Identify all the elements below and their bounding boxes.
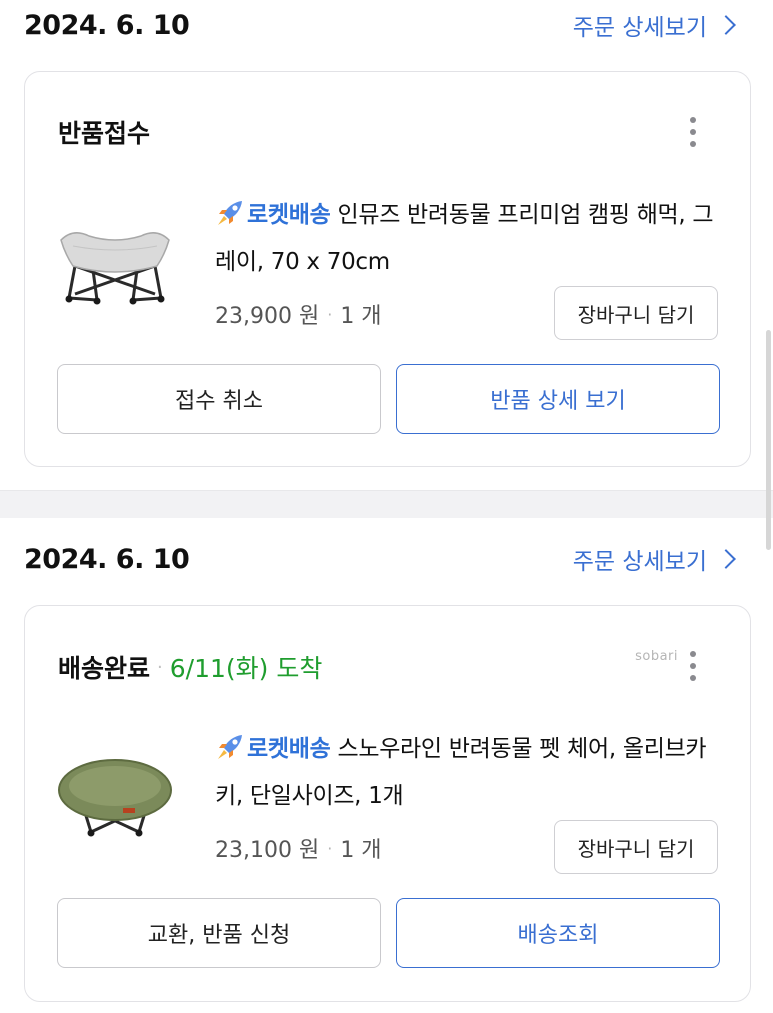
order-card: 반품접수 로켓배송 인뮤즈 반려동물 프리미엄 캠핑 해먹, 그레이, 70 x…: [24, 71, 751, 467]
status-label: 배송완료: [58, 654, 151, 683]
order-date: 2024. 6. 10: [24, 10, 190, 41]
kebab-menu-icon[interactable]: [690, 651, 696, 681]
product-title[interactable]: 로켓배송 인뮤즈 반려동물 프리미엄 캠핑 해먹, 그레이, 70 x 70cm: [215, 192, 725, 286]
order-detail-label[interactable]: 주문 상세보기: [573, 542, 707, 576]
rocket-icon: [218, 735, 242, 759]
order-card: 배송완료 · 6/11(화) 도착 sobari 로켓배송 스노우라인 반려동물…: [24, 605, 751, 1002]
chevron-right-icon[interactable]: [716, 15, 736, 35]
separator-dot: ·: [157, 656, 163, 678]
kebab-menu-icon[interactable]: [690, 117, 696, 147]
product-price: 23,100 원: [215, 838, 320, 863]
separator-dot: ·: [327, 304, 333, 324]
product-thumbnail-pet-chair[interactable]: [53, 744, 177, 848]
product-quantity: 1 개: [340, 838, 382, 863]
rocket-icon: [218, 201, 242, 225]
order-detail-label[interactable]: 주문 상세보기: [573, 8, 707, 42]
section-divider: [0, 490, 773, 518]
status-label: 반품접수: [58, 119, 151, 148]
chevron-right-icon[interactable]: [716, 549, 736, 569]
exchange-return-request-button[interactable]: 교환, 반품 신청: [57, 898, 381, 968]
rocket-delivery-badge: 로켓배송: [215, 201, 331, 228]
return-detail-button[interactable]: 반품 상세 보기: [396, 364, 720, 434]
rocket-delivery-label: 로켓배송: [247, 202, 331, 228]
separator-dot: ·: [327, 838, 333, 858]
add-to-cart-button[interactable]: 장바구니 담기: [554, 820, 718, 874]
rocket-delivery-label: 로켓배송: [247, 736, 331, 762]
product-title[interactable]: 로켓배송 스노우라인 반려동물 펫 체어, 올리브카키, 단일사이즈, 1개: [215, 726, 725, 820]
order-block-1: 2024. 6. 10 주문 상세보기 반품접수 로켓배송 인뮤즈 반려동물 프…: [0, 0, 773, 490]
product-thumbnail-hammock[interactable]: [53, 210, 177, 314]
order-status: 배송완료 · 6/11(화) 도착: [58, 649, 322, 685]
order-detail-link[interactable]: 주문 상세보기: [573, 8, 737, 42]
watermark-text: sobari: [635, 649, 678, 664]
add-to-cart-button[interactable]: 장바구니 담기: [554, 286, 718, 340]
arrival-date: 6/11(화) 도착: [169, 654, 323, 683]
order-date: 2024. 6. 10: [24, 544, 190, 575]
product-quantity: 1 개: [340, 304, 382, 329]
order-detail-link[interactable]: 주문 상세보기: [573, 542, 737, 576]
cancel-return-button[interactable]: 접수 취소: [57, 364, 381, 434]
scrollbar-thumb[interactable]: [766, 330, 771, 550]
rocket-delivery-badge: 로켓배송: [215, 735, 331, 762]
track-delivery-button[interactable]: 배송조회: [396, 898, 720, 968]
price-line: 23,100 원 · 1 개: [215, 832, 382, 864]
order-block-2: 2024. 6. 10 주문 상세보기 배송완료 · 6/11(화) 도착 so…: [0, 518, 773, 1013]
price-line: 23,900 원 · 1 개: [215, 298, 382, 330]
order-status: 반품접수: [58, 114, 150, 150]
product-price: 23,900 원: [215, 304, 320, 329]
